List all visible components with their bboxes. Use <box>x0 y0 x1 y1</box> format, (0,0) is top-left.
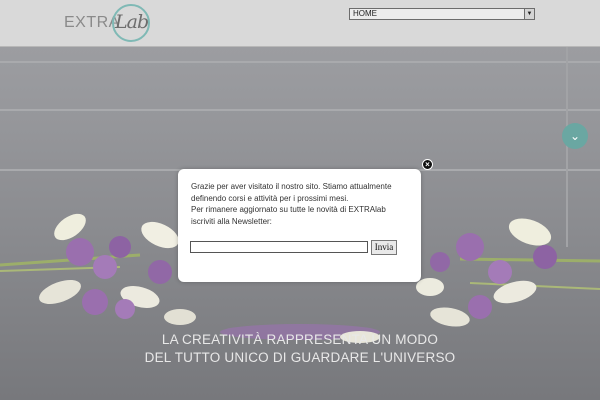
wall-line <box>0 109 600 111</box>
navigation-select[interactable]: HOME ▼ <box>349 8 535 20</box>
newsletter-submit-button[interactable]: Invia <box>371 240 397 255</box>
site-logo[interactable]: EXTRA Lab <box>64 4 154 44</box>
scroll-down-button[interactable]: ⌄ <box>562 123 588 149</box>
newsletter-popup: Grazie per aver visitato il nostro sito.… <box>178 169 421 282</box>
popup-text-line4: iscriviti alla Newsletter: <box>191 216 272 226</box>
popup-text-line2: definendo corsi e attività per i prossim… <box>191 193 349 203</box>
navigation-select-value: HOME <box>353 9 377 18</box>
hero-tagline-line2: DEL TUTTO UNICO DI GUARDARE L'UNIVERSO <box>144 350 456 365</box>
close-popup-button[interactable]: × <box>422 159 433 170</box>
close-icon: × <box>425 160 430 169</box>
site-header: EXTRA Lab HOME ▼ <box>0 0 600 47</box>
logo-lab-text: Lab <box>115 11 149 33</box>
chevron-down-icon: ⌄ <box>569 129 581 143</box>
popup-text-line3: Per rimanere aggiornato su tutte le novi… <box>191 205 386 214</box>
dropdown-arrow-icon[interactable]: ▼ <box>524 9 534 19</box>
hero-tagline-line1: LA CREATIVITÀ RAPPRESENTA UN MODO <box>161 332 439 347</box>
newsletter-email-input[interactable] <box>190 241 368 253</box>
popup-text-line1: Grazie per aver visitato il nostro sito.… <box>191 182 392 191</box>
wall-line <box>0 61 600 63</box>
